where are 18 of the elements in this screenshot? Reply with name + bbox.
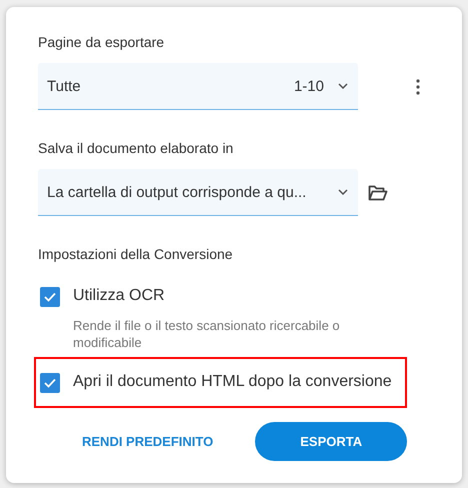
folder-icon[interactable] [368, 184, 388, 200]
caret-icon [338, 83, 348, 89]
section-label: Salva il documento elaborato in [38, 140, 234, 156]
section-label: Pagine da esportare [38, 34, 164, 50]
dropdown-field[interactable]: La cartella di output corrisponde a qu... [38, 169, 358, 216]
dropdown-field[interactable]: Tutte 1-10 [38, 63, 358, 110]
checkbox[interactable] [40, 287, 60, 307]
option-description: Rende il file o il testo scansionato ricercabile o modificabile [73, 317, 341, 351]
section-label: Impostazioni della Conversione [38, 246, 233, 262]
check-icon [44, 292, 56, 302]
export-button[interactable]: ESPORTA [255, 422, 408, 461]
check-icon [44, 378, 56, 388]
checkbox-label: Apri il documento HTML dopo la conversione [73, 372, 392, 392]
set-default-button[interactable]: RENDI PREDEFINITO [74, 424, 222, 459]
caret-icon [338, 189, 348, 195]
checkbox[interactable] [40, 373, 60, 393]
more-icon[interactable] [416, 78, 420, 94]
checkbox-label: Utilizza OCR [73, 286, 165, 306]
